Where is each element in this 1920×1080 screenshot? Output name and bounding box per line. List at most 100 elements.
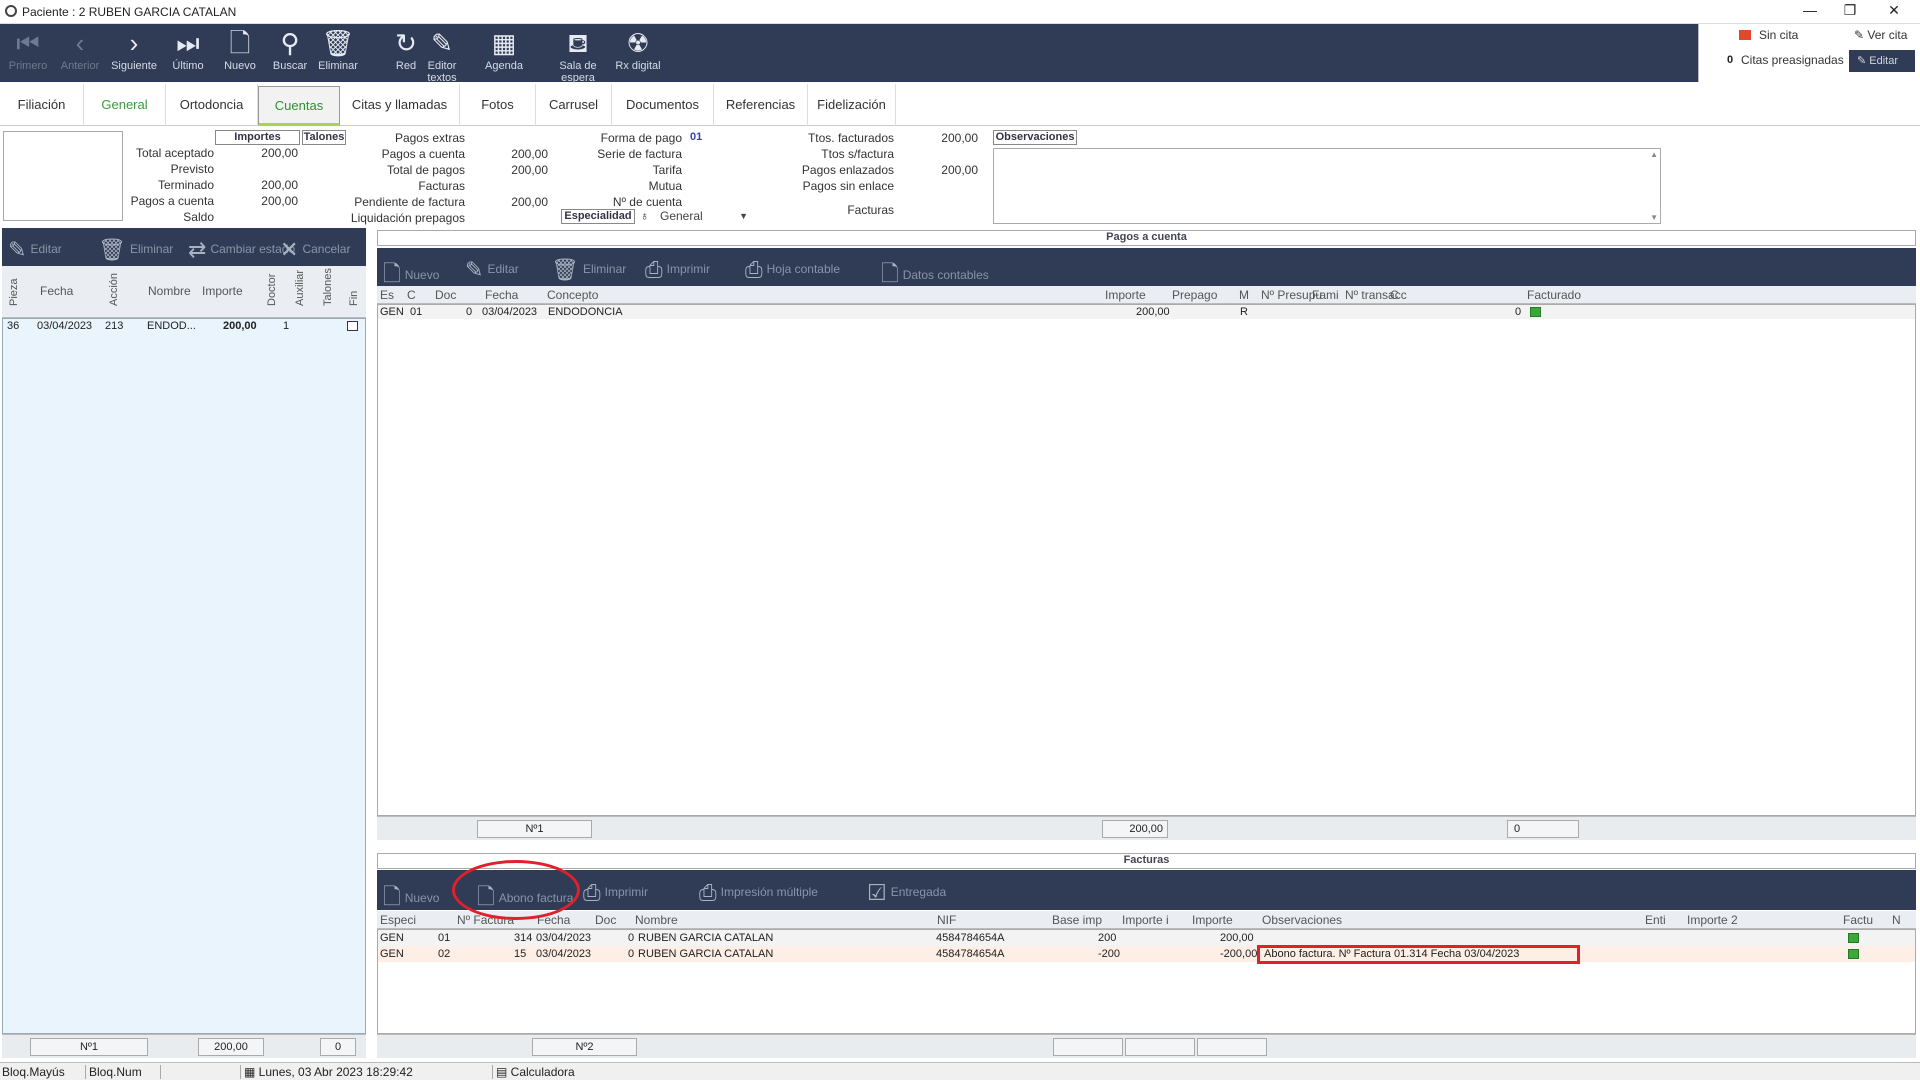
column-header[interactable]: Base imp [1052, 913, 1102, 927]
toolbar-label: Editor textos [427, 60, 457, 84]
editor-textos-button[interactable]: ✎ Editor textos [414, 24, 470, 84]
column-header[interactable]: Prepago [1172, 288, 1217, 302]
summary-label: Total de pagos [386, 163, 465, 177]
column-header[interactable]: Factu [1843, 913, 1873, 927]
column-header[interactable]: Observaciones [1262, 913, 1342, 927]
column-header[interactable]: Auxiliar [294, 270, 306, 306]
summary-label: Nº de cuenta [612, 195, 682, 209]
calendar-icon: ▦ [491, 28, 517, 58]
toolbar-label: Agenda [485, 60, 523, 72]
column-header[interactable]: Importe i [1122, 913, 1169, 927]
eliminar-button[interactable]: 🗑 Eliminar [310, 24, 366, 82]
column-header[interactable]: Importe [1192, 913, 1233, 927]
tab-cuentas[interactable]: Cuentas [258, 86, 340, 126]
cell-m: R [1240, 306, 1248, 318]
pagos-footer: Nº1 200,00 0 [377, 816, 1916, 840]
close-button[interactable]: ✕ [1874, 2, 1914, 22]
tab-fotos[interactable]: Fotos [460, 84, 536, 126]
cell-nombre: RUBEN GARCIA CATALAN [638, 932, 774, 944]
column-header[interactable]: Fecha [485, 288, 518, 302]
imprimir-button[interactable]: ⎙ Imprimir [583, 880, 648, 906]
tab-referencias[interactable]: Referencias [714, 84, 808, 126]
checkbox-icon[interactable] [347, 321, 358, 331]
cancel-icon: ✕ [280, 237, 299, 262]
printer-icon: ⎙ [645, 257, 663, 282]
column-header[interactable]: N [1892, 913, 1901, 927]
scroll-down-icon[interactable]: ▼ [1650, 213, 1658, 222]
cell-base: -200 [1098, 948, 1121, 960]
editar-button[interactable]: ✎ Editar [1849, 50, 1915, 72]
column-header[interactable]: Importe [1105, 288, 1146, 302]
column-header[interactable]: Nombre [635, 913, 678, 927]
agenda-button[interactable]: ▦ Agenda [476, 24, 532, 82]
pagos-section-title: Pagos a cuenta [377, 230, 1916, 246]
summary-label: Tarifa [652, 163, 682, 177]
tab-fidelizaci-n[interactable]: Fidelización [808, 84, 896, 126]
eliminar-button[interactable]: 🗑 Eliminar [551, 257, 626, 283]
tab-general[interactable]: General [84, 84, 166, 126]
column-header[interactable]: Fecha [40, 284, 73, 298]
column-header[interactable]: Fin [348, 291, 360, 306]
column-header[interactable]: Doctor [266, 274, 278, 306]
table-row[interactable]: GEN 02 15 03/04/2023 0 RUBEN GARCIA CATALAN 45… [378, 946, 1915, 962]
table-row[interactable]: GEN 01 314 03/04/2023 0 RUBEN GARCIA CATALAN 4… [378, 930, 1915, 946]
cancelar-button[interactable]: ✕ Cancelar [280, 237, 350, 263]
-ltimo-button[interactable]: ⏭ Último [160, 24, 216, 82]
column-header[interactable]: Especi [380, 913, 416, 927]
total-amount: 200,00 [1102, 820, 1168, 838]
highlight-circle [452, 860, 580, 920]
scroll-up-icon[interactable]: ▲ [1650, 150, 1658, 159]
button-label: Eliminar [582, 262, 627, 277]
button-label: Nuevo [404, 891, 440, 906]
column-header[interactable]: Es [380, 288, 394, 302]
siguiente-button[interactable]: › Siguiente [106, 24, 162, 82]
num-lock-status: Bloq.Num [85, 1065, 142, 1079]
facturas-footer: Nº2 [377, 1034, 1916, 1058]
especialidad-select[interactable]: General ▼ [656, 208, 750, 225]
calculator-button[interactable]: ▤ Calculadora [492, 1065, 575, 1079]
observaciones-textarea[interactable]: ▲ ▼ [993, 148, 1661, 224]
impresi-n-m-ltiple-button[interactable]: ⎙ Impresión múltiple [699, 880, 818, 906]
cell-serie: 02 [438, 948, 451, 960]
ver-cita-button[interactable]: ✎ Ver cita [1854, 28, 1907, 42]
editar-button[interactable]: ✎ Editar [465, 257, 519, 283]
column-header[interactable]: Concepto [547, 288, 598, 302]
nuevo-button[interactable]: 🗋 Nuevo [212, 24, 268, 82]
table-row[interactable]: 36 03/04/2023 213 ENDOD... 200,00 1 [3, 319, 365, 333]
check-icon [1848, 933, 1859, 943]
column-header[interactable]: Doc [435, 288, 456, 302]
hoja-contable-button[interactable]: ⎙ Hoja contable [745, 257, 840, 283]
column-header[interactable]: M [1239, 288, 1249, 302]
column-header[interactable]: Pieza [8, 278, 20, 306]
summary-label: Pagos sin enlace [802, 179, 894, 193]
editar-button[interactable]: ✎ Editar [8, 237, 62, 263]
tab-ortodoncia[interactable]: Ortodoncia [166, 84, 258, 126]
column-header[interactable]: Importe [202, 284, 243, 298]
column-header[interactable]: Enti [1645, 913, 1666, 927]
column-header[interactable]: Talones [322, 268, 334, 306]
entregada-button[interactable]: ☑ Entregada [867, 880, 946, 906]
column-header[interactable]: Importe 2 [1687, 913, 1738, 927]
first-icon: ⏮ [16, 28, 40, 58]
minimize-button[interactable]: — [1790, 2, 1830, 22]
sala-de-espera-button[interactable]: ⛾ Sala de espera [542, 24, 614, 84]
tab-filiaci-n[interactable]: Filiación [0, 84, 84, 126]
table-row[interactable]: GEN 01 0 03/04/2023 ENDODONCIA 200,00 R 0 [378, 305, 1915, 319]
tab-carrusel[interactable]: Carrusel [536, 84, 612, 126]
flag-icon [1739, 30, 1751, 40]
column-header[interactable]: Facturado [1527, 288, 1581, 302]
column-header[interactable]: NIF [937, 913, 956, 927]
tab-documentos[interactable]: Documentos [612, 84, 714, 126]
column-header[interactable]: C [407, 288, 416, 302]
column-header[interactable]: Nombre [148, 284, 191, 298]
column-header[interactable]: Fami [1312, 288, 1339, 302]
imprimir-button[interactable]: ⎙ Imprimir [645, 257, 710, 283]
tab-citas-y-llamadas[interactable]: Citas y llamadas [340, 84, 460, 126]
column-header[interactable]: Acción [108, 273, 120, 306]
restore-button[interactable]: ❐ [1830, 2, 1870, 22]
summary-value: 200,00 [261, 178, 298, 192]
column-header[interactable]: C [1390, 288, 1399, 302]
column-header[interactable]: Doc [595, 913, 616, 927]
rx-digital-button[interactable]: ☢ Rx digital [610, 24, 666, 82]
eliminar-button[interactable]: 🗑 Eliminar [98, 237, 173, 263]
